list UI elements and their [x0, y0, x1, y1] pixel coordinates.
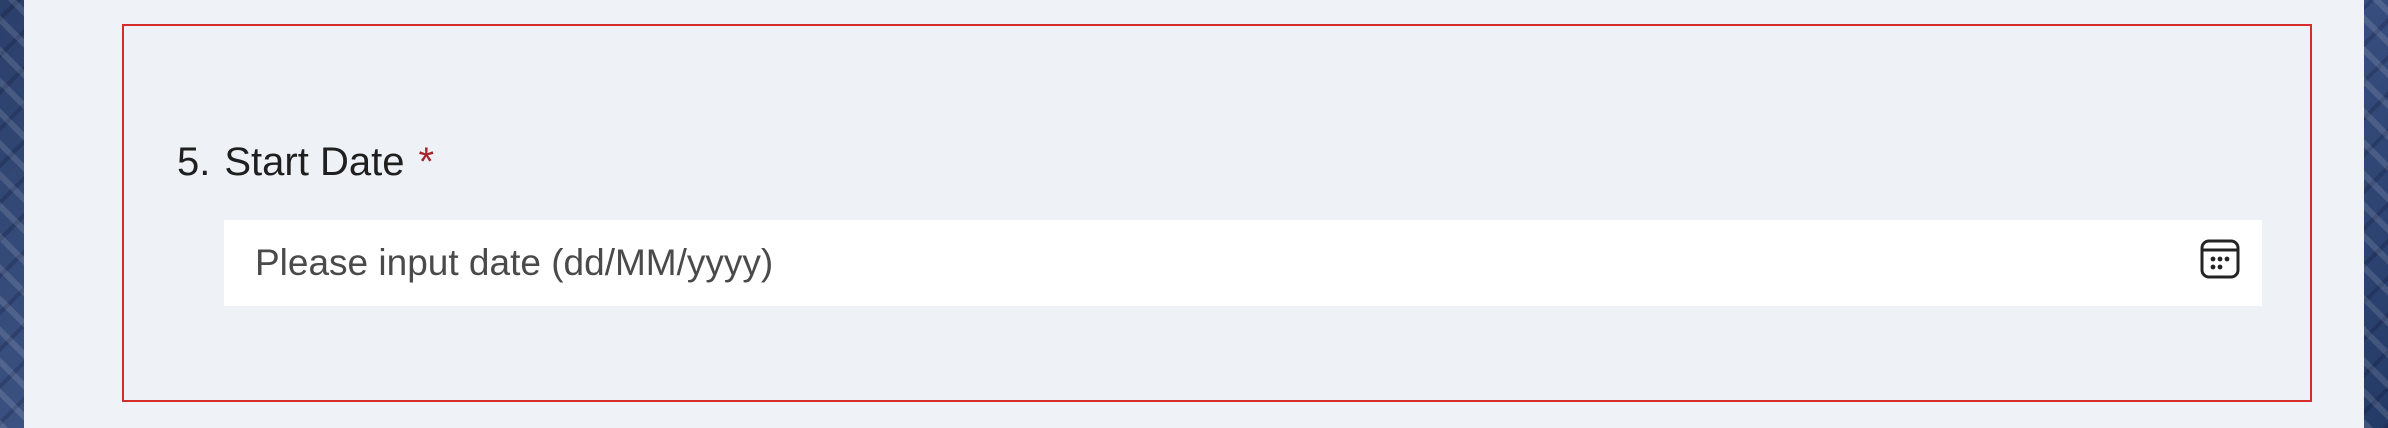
question-title: 5. Start Date * — [177, 142, 434, 182]
calendar-icon-graphic — [2200, 239, 2240, 279]
date-placeholder: Please input date (dd/MM/yyyy) — [255, 242, 774, 283]
calendar-icon[interactable] — [2200, 239, 2240, 279]
required-marker: * — [418, 140, 435, 184]
page-background: 5. Start Date * Please input date (dd/MM/y… — [0, 0, 2388, 428]
start-date-input[interactable]: Please input date (dd/MM/yyyy) — [224, 220, 2262, 306]
question-card: 5. Start Date * Please input date (dd/MM/y… — [122, 24, 2312, 402]
question-label: Start Date — [224, 140, 405, 184]
question-number: 5. — [177, 140, 211, 184]
form-panel: 5. Start Date * Please input date (dd/MM/y… — [24, 0, 2364, 428]
